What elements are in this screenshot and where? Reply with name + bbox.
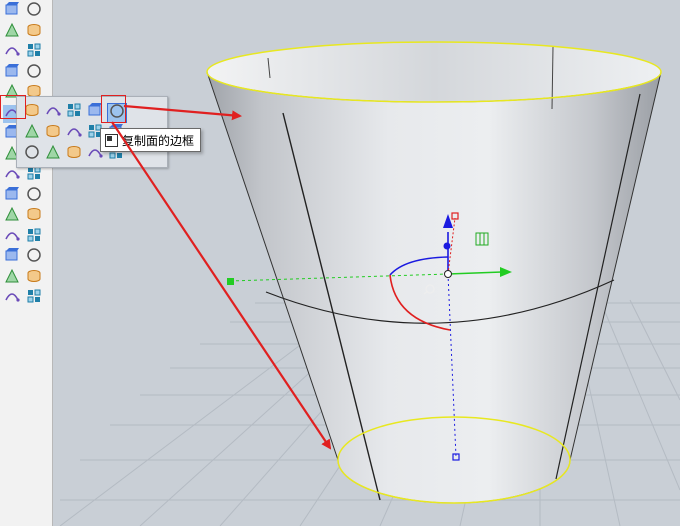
circle-button[interactable] <box>25 2 43 20</box>
solid-tools-icon <box>4 227 20 247</box>
material-button[interactable] <box>3 289 21 307</box>
array-icon <box>4 247 20 267</box>
block-icon <box>4 206 20 226</box>
surface-button[interactable] <box>25 63 43 83</box>
circle-icon <box>26 1 42 21</box>
block-button[interactable] <box>3 206 21 226</box>
arc-icon <box>4 42 20 62</box>
solid-tools-button[interactable] <box>3 228 21 246</box>
transform-button[interactable] <box>3 63 21 83</box>
offset-surface-button[interactable] <box>65 124 83 142</box>
point-button[interactable] <box>3 2 21 20</box>
duplicate-face-border-icon <box>105 133 118 147</box>
curve-button[interactable] <box>25 43 43 61</box>
light-icon <box>26 288 42 308</box>
text-button[interactable] <box>3 186 21 206</box>
patch-icon <box>45 123 61 143</box>
gizmo-origin[interactable] <box>444 270 452 278</box>
rectangle-button[interactable] <box>25 23 43 41</box>
layer-icon <box>26 247 42 267</box>
array-button[interactable] <box>3 248 21 266</box>
material-icon <box>4 288 20 308</box>
properties-icon <box>4 268 20 288</box>
text-icon <box>4 186 20 206</box>
polyline-button[interactable] <box>3 22 21 42</box>
curve-icon <box>26 42 42 62</box>
main-toolbar <box>0 0 53 526</box>
active-flyout-button-highlight <box>101 95 126 123</box>
rectangle-icon <box>26 22 42 42</box>
planar-surface-button[interactable] <box>65 103 83 121</box>
offset-surface-icon <box>66 123 82 143</box>
render-button[interactable] <box>25 228 43 246</box>
network-surface-icon <box>45 144 61 164</box>
perspective-viewport[interactable] <box>52 0 680 526</box>
truncated-cone-button[interactable] <box>44 103 62 121</box>
arc-button[interactable] <box>3 43 21 61</box>
rotate-icon <box>4 165 20 185</box>
rotate-button[interactable] <box>3 166 21 184</box>
group-icon <box>26 206 42 226</box>
point-icon <box>4 1 20 21</box>
edge-surface-button[interactable] <box>23 123 41 143</box>
fillet-button[interactable] <box>25 166 43 184</box>
loft-button[interactable] <box>23 145 41 163</box>
check-button[interactable] <box>25 269 43 287</box>
tooltip-text: 复制面的边框 <box>122 133 195 148</box>
planar-surface-icon <box>66 102 82 122</box>
gizmo-x-handle-far[interactable] <box>227 278 234 285</box>
dimension-button[interactable] <box>25 186 43 206</box>
check-icon <box>26 268 42 288</box>
gizmo-z-scale-dot[interactable] <box>443 242 451 250</box>
command-tooltip: 复制面的边框 <box>100 128 202 152</box>
edge-surface-icon <box>24 123 40 143</box>
truncated-cone-icon <box>45 102 61 122</box>
group-button[interactable] <box>25 207 43 225</box>
loft-icon <box>24 144 40 164</box>
fillet-icon <box>26 165 42 185</box>
surface-icon <box>26 63 42 83</box>
polyline-icon <box>4 22 20 42</box>
light-button[interactable] <box>25 289 43 307</box>
patch-button[interactable] <box>44 124 62 142</box>
dimension-icon <box>26 186 42 206</box>
point-cloud-icon <box>66 144 82 164</box>
point-cloud-button[interactable] <box>65 145 83 163</box>
properties-button[interactable] <box>3 268 21 288</box>
layer-button[interactable] <box>25 248 43 266</box>
active-toolbar-button-highlight <box>0 95 26 119</box>
transform-icon <box>4 63 20 83</box>
render-icon <box>26 227 42 247</box>
cylinder-icon <box>24 102 40 122</box>
viewport-scene <box>59 41 680 526</box>
network-surface-button[interactable] <box>44 144 62 164</box>
